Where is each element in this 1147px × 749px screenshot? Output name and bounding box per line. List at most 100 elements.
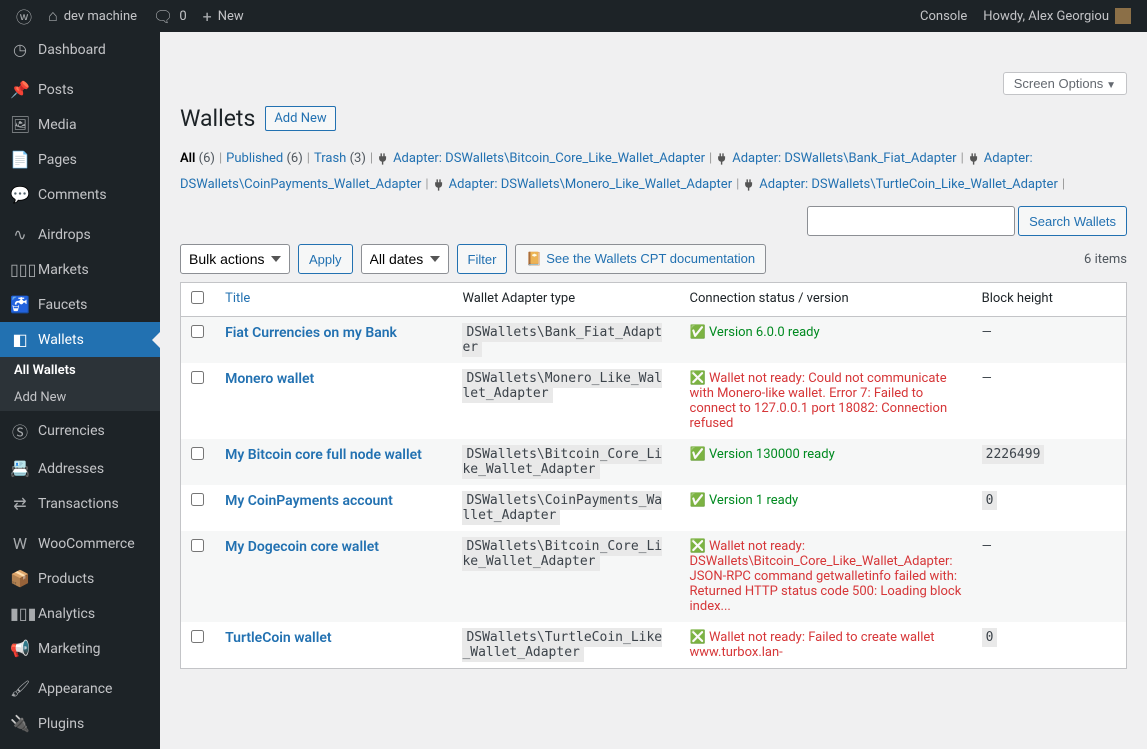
sidebar-item-label: Currencies [38,423,105,439]
adapter-type: DSWallets\CoinPayments_Wallet_Adapter [462,491,662,525]
sidebar-item-dashboard[interactable]: ◷Dashboard [0,32,160,67]
screen-options-button[interactable]: Screen Options [1003,72,1127,95]
row-checkbox[interactable] [191,493,204,506]
sidebar-item-label: Airdrops [38,227,91,243]
submenu-item[interactable]: All Wallets [0,357,160,384]
sidebar-item-plugins[interactable]: 🔌Plugins [0,706,160,741]
filter-adapter[interactable]: Adapter: DSWallets\Bitcoin_Core_Like_Wal… [393,151,705,166]
sidebar-item-posts[interactable]: 📌Posts [0,72,160,107]
markets-icon: ▯▯▯ [10,260,30,279]
row-checkbox[interactable] [191,325,204,338]
sidebar-item-transactions[interactable]: ⇄Transactions [0,486,160,521]
status-text: Version 6.0.0 ready [709,325,820,340]
sidebar-item-currencies[interactable]: ⓈCurrencies [0,411,160,451]
wallet-title-link[interactable]: Fiat Currencies on my Bank [225,325,397,341]
status-icon: ❎ [690,539,706,554]
apply-button[interactable]: Apply [298,244,353,274]
sidebar-item-label: Pages [38,152,77,168]
comments-link[interactable]: 🗨0 [145,0,195,32]
sidebar-item-label: Comments [38,187,107,203]
sidebar-item-markets[interactable]: ▯▯▯ Markets [0,252,160,287]
sidebar-item-comments[interactable]: 💬 Comments [0,177,160,212]
status-text: Version 1 ready [709,493,798,508]
search-input[interactable] [807,206,1015,236]
sidebar-item-woocommerce[interactable]: WWooCommerce [0,526,160,561]
status-text: Wallet not ready: Failed to create walle… [690,630,935,660]
woocommerce-icon: W [10,534,30,553]
filter-all[interactable]: All [180,151,195,166]
table-row: My CoinPayments account DSWallets\CoinPa… [181,485,1127,531]
sidebar-item-label: Analytics [38,606,95,622]
table-row: My Dogecoin core wallet DSWallets\Bitcoi… [181,531,1127,622]
wallet-title-link[interactable]: Monero wallet [225,371,314,387]
wallet-title-link[interactable]: My Dogecoin core wallet [225,539,379,555]
wallet-title-link[interactable]: My CoinPayments account [225,493,393,509]
filter-adapter[interactable]: Adapter: DSWallets\Bank_Fiat_Adapter [732,151,956,166]
column-block: Block height [972,283,1127,317]
adapter-type: DSWallets\Monero_Like_Wallet_Adapter [462,369,662,403]
sidebar-item-label: Appearance [38,681,112,697]
status-text: Wallet not ready: DSWallets\Bitcoin_Core… [690,539,962,614]
sidebar-item-label: Media [38,117,77,133]
account-link[interactable]: Howdy, Alex Georgiou [975,0,1139,32]
analytics-icon: ▮▯▮ [10,604,30,623]
row-checkbox[interactable] [191,447,204,460]
block-height-value: — [982,325,992,340]
table-row: My Bitcoin core full node wallet DSWalle… [181,439,1127,485]
row-checkbox[interactable] [191,371,204,384]
block-height-value: 0 [982,628,998,647]
sidebar-item-addresses[interactable]: 📇Addresses [0,451,160,486]
block-height-value: 0 [982,491,998,510]
plus-icon: + [203,7,212,26]
filter-button[interactable]: Filter [457,244,508,274]
sidebar-item-label: Products [38,571,94,587]
products-icon: 📦 [10,569,30,588]
sidebar-item-label: Addresses [38,461,104,477]
add-new-button[interactable]: Add New [265,106,335,131]
comments-icon: 💬 [10,185,30,204]
filter-trash[interactable]: Trash [314,151,346,166]
status-text: Wallet not ready: Could not communicate … [690,371,948,431]
wallet-title-link[interactable]: TurtleCoin wallet [225,630,332,646]
wallet-title-link[interactable]: My Bitcoin core full node wallet [225,447,422,463]
submenu-item[interactable]: Add New [0,384,160,411]
row-checkbox[interactable] [191,630,204,643]
status-icon: ✅ [690,493,706,508]
sidebar-item-label: Dashboard [38,42,106,58]
sidebar-item-label: Wallets [38,332,84,348]
filter-adapter[interactable]: Adapter: DSWallets\TurtleCoin_Like_Walle… [759,177,1058,192]
sidebar-item-pages[interactable]: 📄Pages [0,142,160,177]
site-name-link[interactable]: ⌂dev machine [40,0,145,32]
status-icon: ✅ [690,447,706,462]
sidebar-item-wallets[interactable]: ◧Wallets [0,322,160,357]
column-title[interactable]: Title [215,283,452,317]
sidebar-item-analytics[interactable]: ▮▯▮ Analytics [0,596,160,631]
filter-adapter[interactable]: Adapter: DSWallets\Monero_Like_Wallet_Ad… [449,177,733,192]
table-row: Monero wallet DSWallets\Monero_Like_Wall… [181,363,1127,439]
sidebar-item-appearance[interactable]: 🖌Appearance [0,671,160,706]
sidebar-item-airdrops[interactable]: ∿ Airdrops [0,217,160,252]
console-link[interactable]: Console [912,0,975,32]
wp-logo[interactable]: ⓦ [8,0,40,32]
date-filter-select[interactable]: All dates [361,244,449,274]
new-label: New [218,9,244,24]
status-filter-links: All (6)|Published (6)|Trash (3)|Adapter:… [180,146,1127,198]
filter-published[interactable]: Published [226,151,283,166]
new-content-link[interactable]: + New [195,0,252,32]
sidebar-item-media[interactable]: 🖼Media [0,107,160,142]
row-checkbox[interactable] [191,539,204,552]
sidebar-item-marketing[interactable]: 📢Marketing [0,631,160,666]
column-adapter: Wallet Adapter type [452,283,679,317]
sidebar-item-label: Markets [38,262,89,278]
search-button[interactable]: Search Wallets [1018,206,1127,236]
airdrops-icon: ∿ [10,225,30,244]
site-name-label: dev machine [64,9,137,24]
status-icon: ❎ [690,630,706,645]
admin-sidebar: ◷Dashboard 📌Posts🖼Media📄Pages 💬 Comments ∿ Ai… [0,32,160,749]
table-row: TurtleCoin wallet DSWallets\TurtleCoin_L… [181,622,1127,669]
select-all-checkbox[interactable] [191,291,204,304]
sidebar-item-faucets[interactable]: 🚰Faucets [0,287,160,322]
documentation-button[interactable]: 📔 See the Wallets CPT documentation [515,244,766,274]
bulk-actions-select[interactable]: Bulk actions [180,244,290,274]
sidebar-item-products[interactable]: 📦 Products [0,561,160,596]
